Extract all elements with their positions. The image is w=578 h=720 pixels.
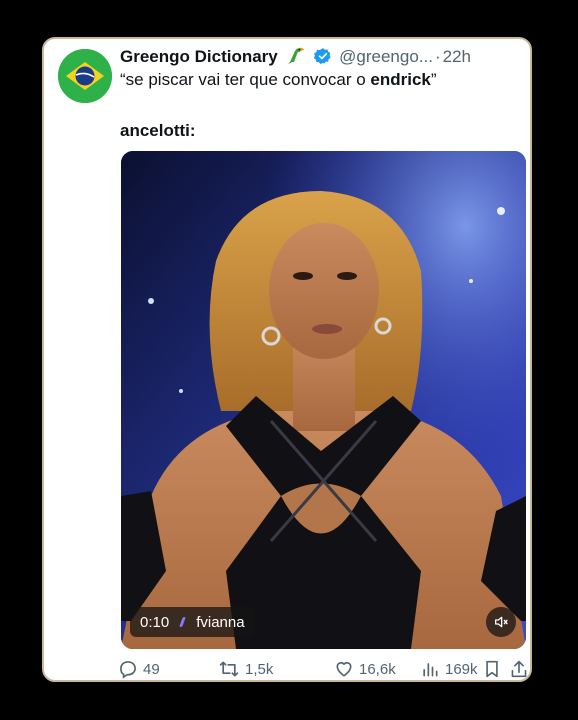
share-button[interactable] <box>510 658 528 680</box>
video-timestamp-badge: 0:10 fvianna <box>130 607 255 637</box>
tweet-text: “se piscar vai ter que convocar o endric… <box>120 70 437 90</box>
avatar[interactable] <box>58 49 112 103</box>
tweet-time[interactable]: 22h <box>443 47 471 66</box>
heart-icon <box>334 659 354 679</box>
video-timestamp: 0:10 <box>140 613 170 631</box>
tweet-second-line: ancelotti: <box>120 121 196 140</box>
views-chart-icon <box>420 659 440 679</box>
share-icon <box>510 659 528 679</box>
views-count: 169k <box>445 660 478 678</box>
tweet-card[interactable]: Greengo Dictionary @greengo... · 22h “se p… <box>42 37 532 682</box>
author-handle[interactable]: @greengo... <box>339 47 433 66</box>
verified-badge-icon <box>313 47 332 70</box>
video-watermark: fvianna <box>196 613 245 631</box>
separator-dot: · <box>434 47 441 66</box>
tweet-text-suffix: ” <box>430 70 437 89</box>
action-bar: 49 1,5k 16,6k 169k <box>118 658 528 680</box>
repost-icon <box>218 659 240 679</box>
bookmark-icon <box>483 659 501 679</box>
speaker-muted-icon[interactable] <box>486 607 516 637</box>
repost-button[interactable]: 1,5k <box>218 658 273 680</box>
tweet-header: Greengo Dictionary @greengo... · 22h <box>120 45 528 69</box>
brazil-flag-icon <box>58 49 112 103</box>
video-player[interactable]: 0:10 fvianna <box>121 151 526 649</box>
video-frame <box>121 151 526 649</box>
like-count: 16,6k <box>359 660 396 678</box>
watermark-icon <box>179 617 187 627</box>
bookmark-button[interactable] <box>483 658 501 680</box>
reply-button[interactable]: 49 <box>118 658 160 680</box>
like-button[interactable]: 16,6k <box>334 658 396 680</box>
tweet-text-bold: endrick <box>370 70 431 89</box>
author-name[interactable]: Greengo Dictionary <box>120 47 278 66</box>
repost-count: 1,5k <box>245 660 274 678</box>
views-button[interactable]: 169k <box>420 658 478 680</box>
tweet-text-prefix: “se piscar vai ter que convocar o <box>120 70 371 89</box>
reply-icon <box>118 659 138 679</box>
parrot-emoji-icon <box>286 45 306 70</box>
reply-count: 49 <box>143 660 160 678</box>
